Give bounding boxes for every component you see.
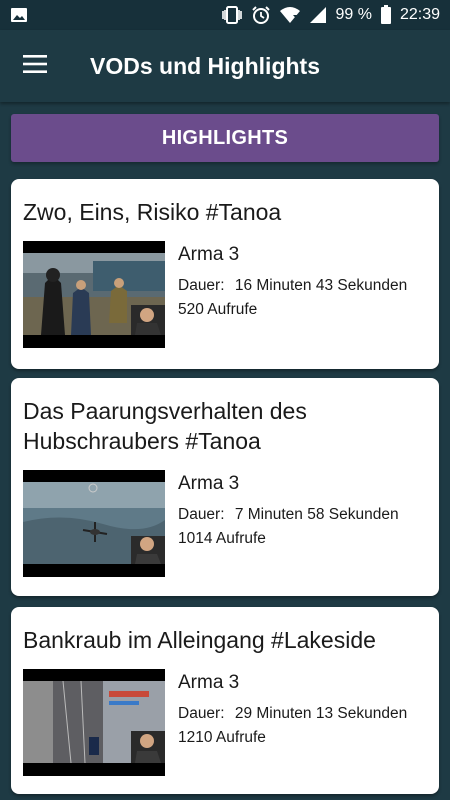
video-thumbnail[interactable]	[23, 669, 165, 776]
duration-label: Dauer:	[178, 506, 225, 523]
hamburger-menu-icon	[23, 54, 47, 78]
battery-icon	[380, 5, 392, 25]
video-thumbnail[interactable]	[23, 470, 165, 577]
video-views: 1014 Aufrufe	[178, 530, 266, 547]
vibrate-icon	[221, 6, 243, 24]
video-card[interactable]: Bankraub im Alleingang #Lakeside Arma 3 …	[11, 607, 439, 794]
duration-label: Dauer:	[178, 705, 225, 722]
app-bar: VODs und Highlights	[0, 30, 450, 102]
video-card[interactable]: Das Paarungsverhalten des Hubschraubers …	[11, 378, 439, 596]
status-bar: 99 % 22:39	[0, 0, 450, 30]
video-game: Arma 3	[178, 473, 240, 494]
duration-label: Dauer:	[178, 277, 225, 294]
duration-value: 16 Minuten 43 Sekunden	[234, 277, 408, 294]
duration-value: 7 Minuten 58 Sekunden	[234, 506, 399, 523]
video-title: Das Paarungsverhalten des Hubschraubers …	[23, 398, 307, 454]
video-views: 1210 Aufrufe	[178, 729, 266, 746]
video-game: Arma 3	[178, 244, 240, 265]
page-title: VODs und Highlights	[90, 52, 320, 79]
video-game: Arma 3	[178, 672, 240, 693]
video-duration: Dauer: 29 Minuten 13 Sekunden	[178, 702, 407, 726]
menu-button[interactable]	[0, 30, 70, 102]
video-title: Zwo, Eins, Risiko #Tanoa	[23, 199, 282, 225]
duration-value: 29 Minuten 13 Sekunden	[234, 705, 408, 722]
video-thumbnail[interactable]	[23, 241, 165, 348]
video-duration: Dauer: 16 Minuten 43 Sekunden	[178, 274, 407, 298]
wifi-icon	[279, 6, 301, 24]
video-views: 520 Aufrufe	[178, 301, 258, 318]
image-icon	[10, 6, 28, 24]
highlights-section-button[interactable]: HIGHLIGHTS	[11, 114, 439, 162]
video-card[interactable]: Zwo, Eins, Risiko #Tanoa Arma 3 Dauer: 1…	[11, 179, 439, 369]
clock: 22:39	[399, 6, 440, 23]
battery-percentage: 99 %	[335, 6, 372, 23]
video-title: Bankraub im Alleingang #Lakeside	[23, 627, 376, 653]
alarm-icon	[251, 5, 271, 25]
signal-icon	[309, 6, 327, 24]
video-duration: Dauer: 7 Minuten 58 Sekunden	[178, 503, 399, 527]
